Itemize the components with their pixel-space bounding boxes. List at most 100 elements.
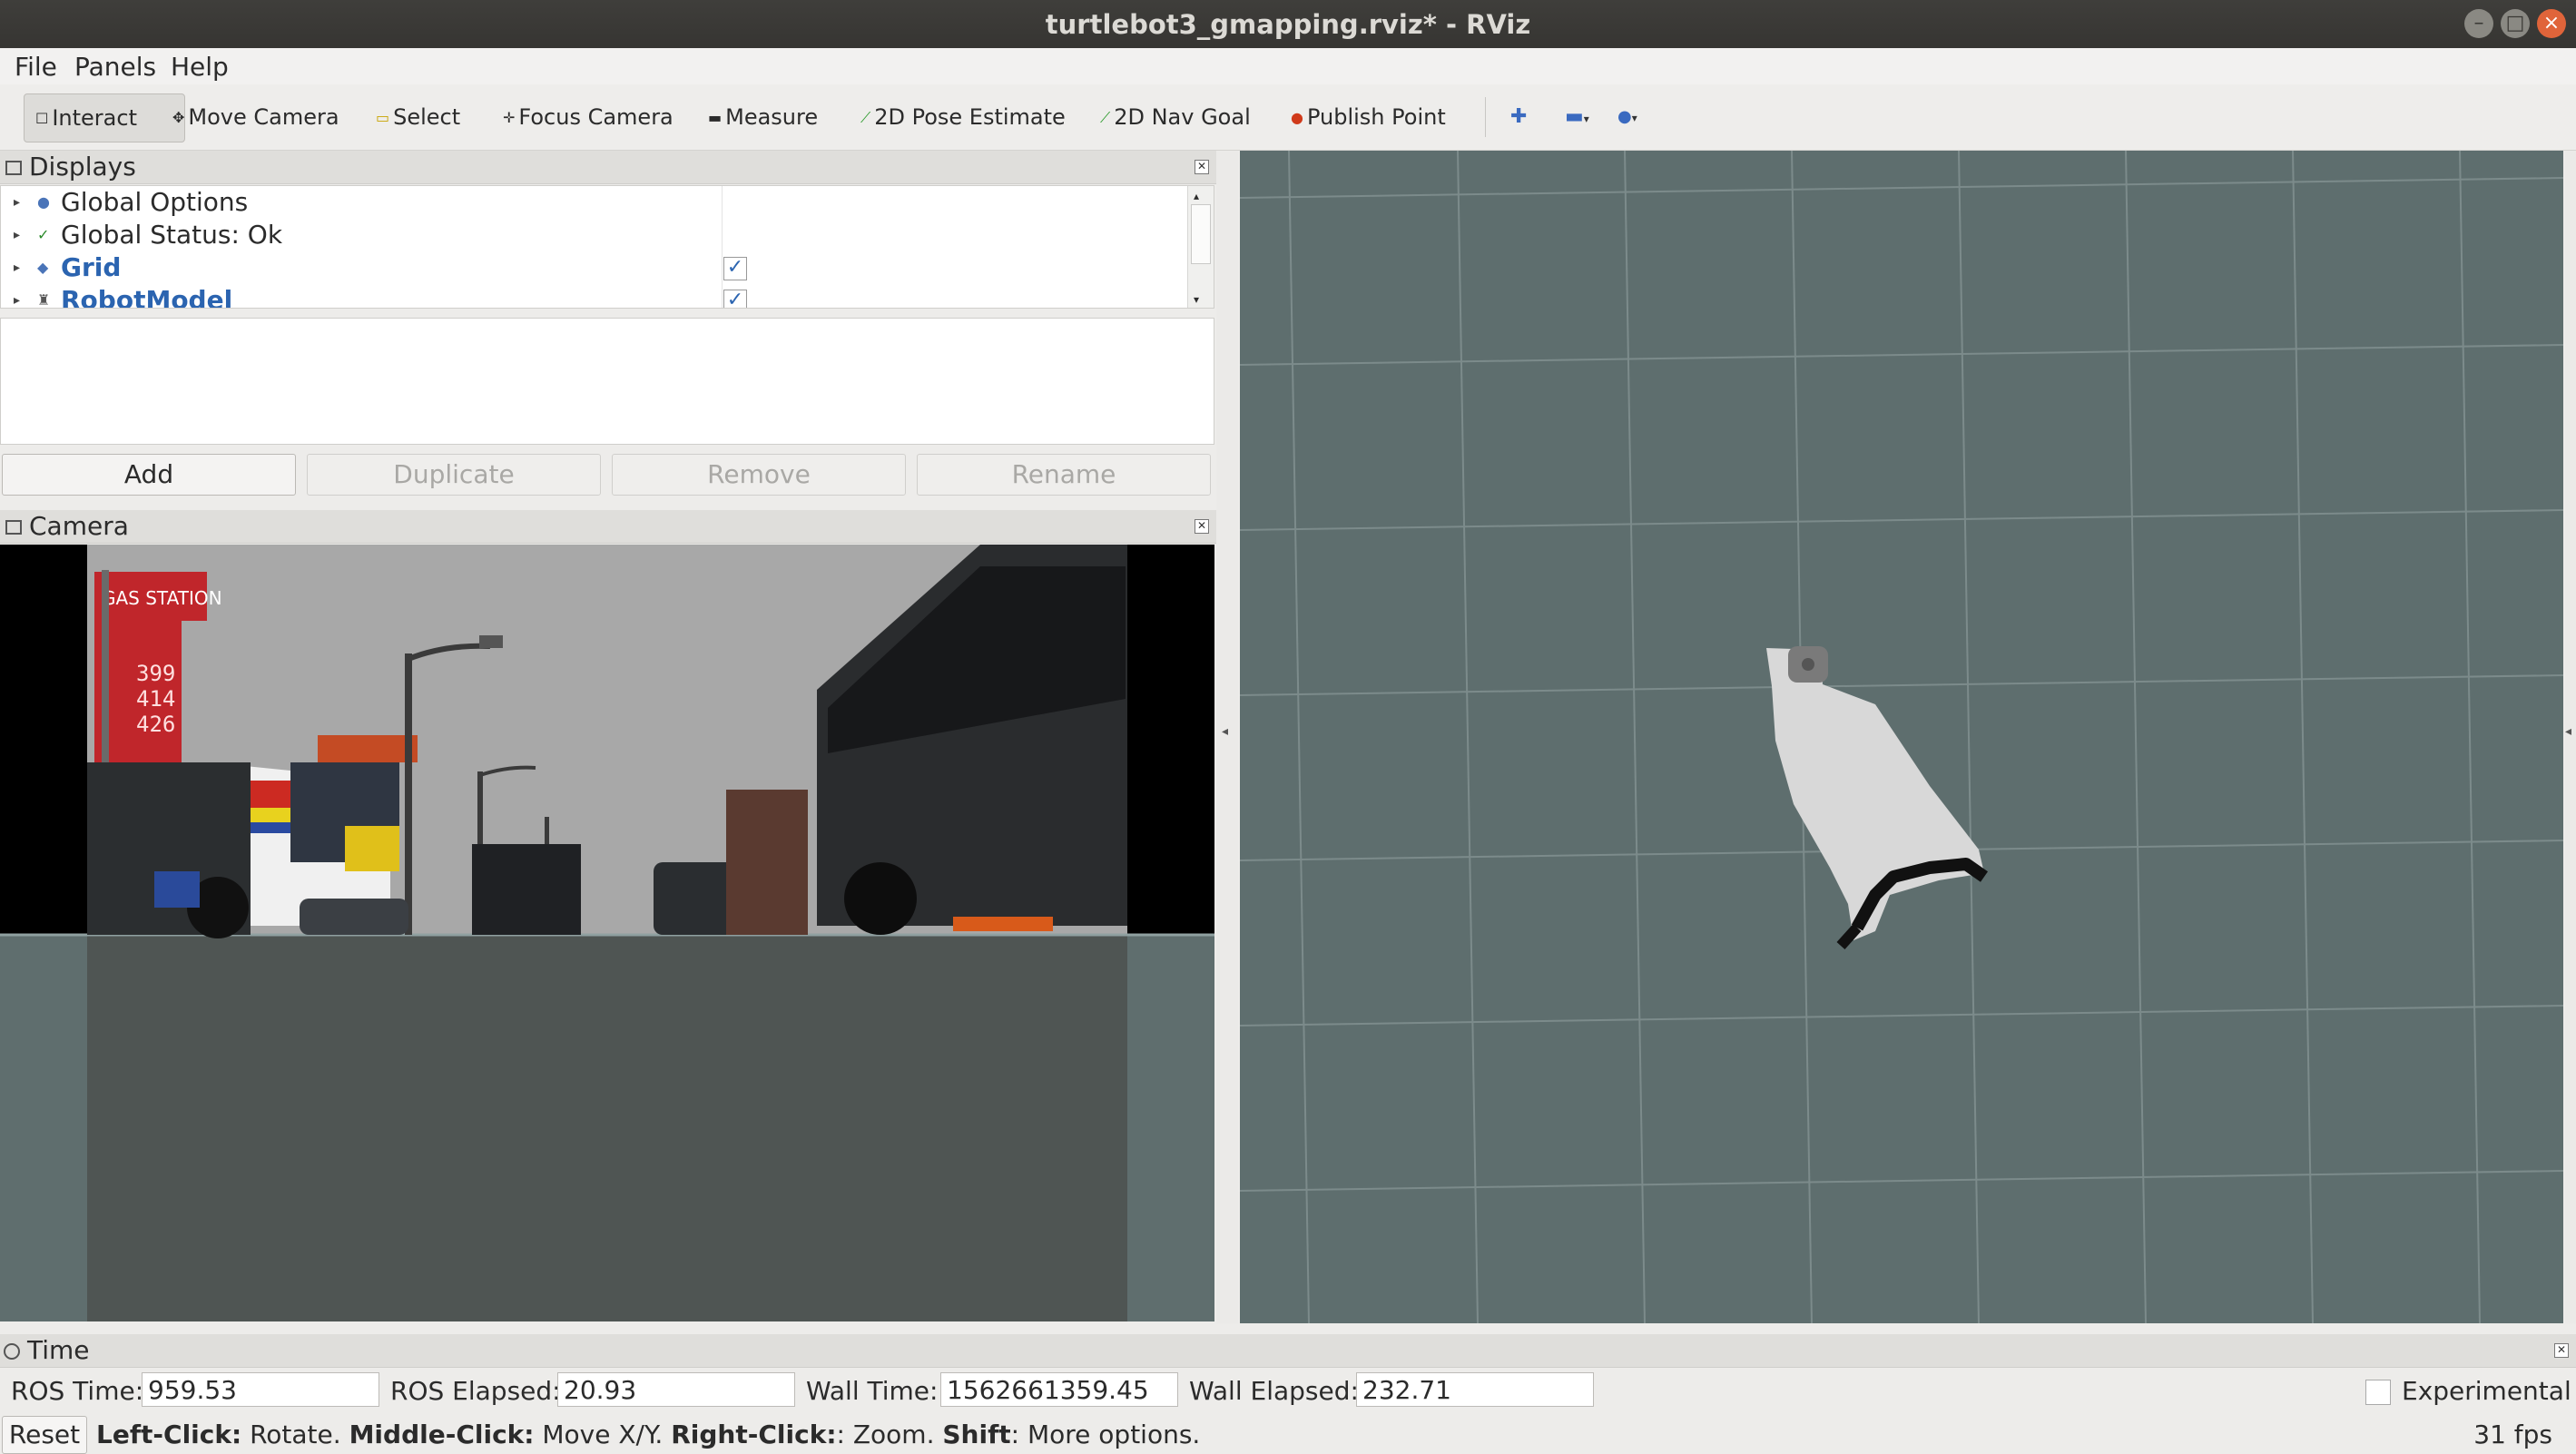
hint-shift-key: Shift	[942, 1420, 1011, 1449]
select-tool-button[interactable]: ▭ Select	[376, 93, 460, 141]
hint-left-click-desc: Rotate.	[241, 1420, 349, 1449]
ros-elapsed-field[interactable]: 20.93	[557, 1372, 795, 1407]
fps-readout: 31 fps	[2473, 1420, 2552, 1449]
focus-camera-icon: ✛	[503, 109, 516, 126]
camera-view[interactable]: GAS STATION 399 414 426	[0, 545, 1214, 1321]
interact-label: Interact	[52, 105, 137, 131]
add-tool-icon[interactable]: ✚	[1510, 93, 1527, 141]
nav-goal-icon: ⟋	[1100, 109, 1111, 126]
displays-scrollbar[interactable]: ▴ ▾	[1187, 186, 1214, 308]
move-camera-tool-button[interactable]: ✥ Move Camera	[172, 93, 339, 141]
expand-arrow-icon[interactable]: ▸	[14, 251, 20, 284]
measure-tool-button[interactable]: ▬ Measure	[708, 93, 818, 141]
nav-goal-label: 2D Nav Goal	[1114, 104, 1251, 130]
collapse-left-icon[interactable]: ◂	[1222, 724, 1228, 739]
displays-close-icon[interactable]: ✕	[1195, 160, 1209, 174]
time-close-icon[interactable]: ✕	[2554, 1343, 2569, 1358]
add-button[interactable]: Add	[2, 454, 296, 496]
menu-file[interactable]: File	[15, 52, 57, 82]
maximize-icon[interactable]: □	[2501, 9, 2530, 38]
displays-title: Displays	[29, 152, 136, 182]
hint-shift-desc: : More options.	[1010, 1420, 1201, 1449]
robot-marker	[1802, 658, 1814, 671]
select-label: Select	[393, 104, 461, 130]
view-background	[1240, 151, 2563, 1323]
expand-arrow-icon[interactable]: ▸	[14, 219, 20, 251]
pose-estimate-tool-button[interactable]: ⟋ 2D Pose Estimate	[860, 93, 1066, 141]
render-3d-view[interactable]	[1240, 151, 2563, 1323]
gear-icon: ●	[37, 193, 50, 211]
tree-item-label: Global Status: Ok	[61, 220, 283, 250]
move-camera-label: Move Camera	[188, 104, 339, 130]
pose-estimate-label: 2D Pose Estimate	[874, 104, 1066, 130]
minimize-icon[interactable]: –	[2464, 9, 2493, 38]
window-title: turtlebot3_gmapping.rviz* - RViz	[1045, 9, 1531, 40]
scroll-up-icon[interactable]: ▴	[1194, 190, 1199, 202]
displays-tree[interactable]: ▸ ● Global Options ▸ ✓ Global Status: Ok…	[0, 185, 1214, 309]
tool-properties-icon[interactable]: ●▾	[1617, 93, 1637, 141]
tree-item-global-options[interactable]: ▸ ● Global Options	[1, 186, 1181, 219]
experimental-label: Experimental	[2402, 1376, 2571, 1406]
expand-arrow-icon[interactable]: ▸	[14, 186, 20, 219]
publish-point-tool-button[interactable]: ● Publish Point	[1291, 93, 1446, 141]
ros-time-label: ROS Time:	[11, 1376, 144, 1406]
menu-panels[interactable]: Panels	[74, 52, 156, 82]
camera-panel-icon	[5, 520, 22, 535]
wall-elapsed-field[interactable]: 232.71	[1356, 1372, 1594, 1407]
grid-enabled-checkbox[interactable]: ✓	[723, 257, 747, 280]
wall-elapsed-label: Wall Elapsed:	[1189, 1376, 1359, 1406]
price-2: 414	[136, 686, 175, 712]
time-title: Time	[27, 1335, 90, 1365]
expand-arrow-icon[interactable]: ▸	[14, 284, 20, 308]
close-icon[interactable]: ×	[2537, 9, 2566, 38]
focus-camera-tool-button[interactable]: ✛ Focus Camera	[503, 93, 673, 141]
duplicate-button[interactable]: Duplicate	[307, 454, 601, 496]
wall-time-field[interactable]: 1562661359.45	[940, 1372, 1178, 1407]
focus-camera-label: Focus Camera	[518, 104, 673, 130]
remove-tool-icon[interactable]: ▬▾	[1565, 93, 1589, 141]
rename-button[interactable]: Rename	[917, 454, 1211, 496]
tree-item-grid[interactable]: ▸ ◆ Grid ✓	[1, 251, 1181, 284]
camera-panel: Camera ✕ GAS STATION 399 414 426	[0, 510, 1216, 1323]
panel-splitter[interactable]: ◂	[1216, 151, 1238, 1323]
collapse-right-icon[interactable]: ◂	[2565, 724, 2571, 739]
price-1: 399	[136, 661, 175, 686]
toolbar: ☐ Interact ✥ Move Camera ▭ Select ✛ Focus Ca…	[0, 84, 2576, 151]
menu-help[interactable]: Help	[171, 52, 229, 82]
scroll-down-icon[interactable]: ▾	[1194, 293, 1199, 306]
time-header: Time ✕	[0, 1334, 2576, 1368]
price-3: 426	[136, 712, 175, 737]
interact-icon: ☐	[35, 110, 49, 127]
display-description-box	[0, 318, 1214, 445]
grid-svg	[1240, 151, 2563, 1323]
reset-button[interactable]: Reset	[2, 1416, 87, 1454]
measure-label: Measure	[725, 104, 819, 130]
camera-close-icon[interactable]: ✕	[1195, 519, 1209, 534]
grid-icon: ◆	[37, 259, 49, 276]
remove-button[interactable]: Remove	[612, 454, 906, 496]
ros-elapsed-label: ROS Elapsed:	[390, 1376, 561, 1406]
measure-icon: ▬	[708, 109, 723, 126]
tree-item-label: Global Options	[61, 187, 249, 217]
status-hint: Left-Click: Rotate. Middle-Click: Move X…	[96, 1420, 1200, 1449]
nav-goal-tool-button[interactable]: ⟋ 2D Nav Goal	[1100, 93, 1251, 141]
brick-building	[726, 790, 808, 935]
move-camera-icon: ✥	[172, 109, 185, 126]
toolbar-separator	[1485, 97, 1486, 137]
camera-header: Camera ✕	[0, 510, 1216, 544]
robotmodel-enabled-checkbox[interactable]: ✓	[723, 290, 747, 308]
menu-bar: File Panels Help	[0, 48, 2576, 84]
title-bar: turtlebot3_gmapping.rviz* - RViz – □ ×	[0, 0, 2576, 48]
tree-item-robotmodel[interactable]: ▸ ♜ RobotModel ✓	[1, 284, 1181, 309]
ros-time-field[interactable]: 959.53	[142, 1372, 379, 1407]
clock-icon	[4, 1343, 20, 1360]
displays-panel: Displays ✕ ▸ ● Global Options ▸ ✓ Global…	[0, 151, 1216, 497]
experimental-checkbox[interactable]	[2365, 1380, 2391, 1405]
right-dock-strip[interactable]: ◂	[2565, 151, 2576, 1323]
hint-middle-click-desc: Move X/Y.	[534, 1420, 672, 1449]
tree-item-global-status[interactable]: ▸ ✓ Global Status: Ok	[1, 219, 1181, 251]
camera-title: Camera	[29, 511, 129, 541]
tree-item-label: RobotModel	[61, 285, 233, 309]
interact-tool-button[interactable]: ☐ Interact	[24, 93, 185, 142]
scroll-thumb[interactable]	[1191, 204, 1211, 264]
